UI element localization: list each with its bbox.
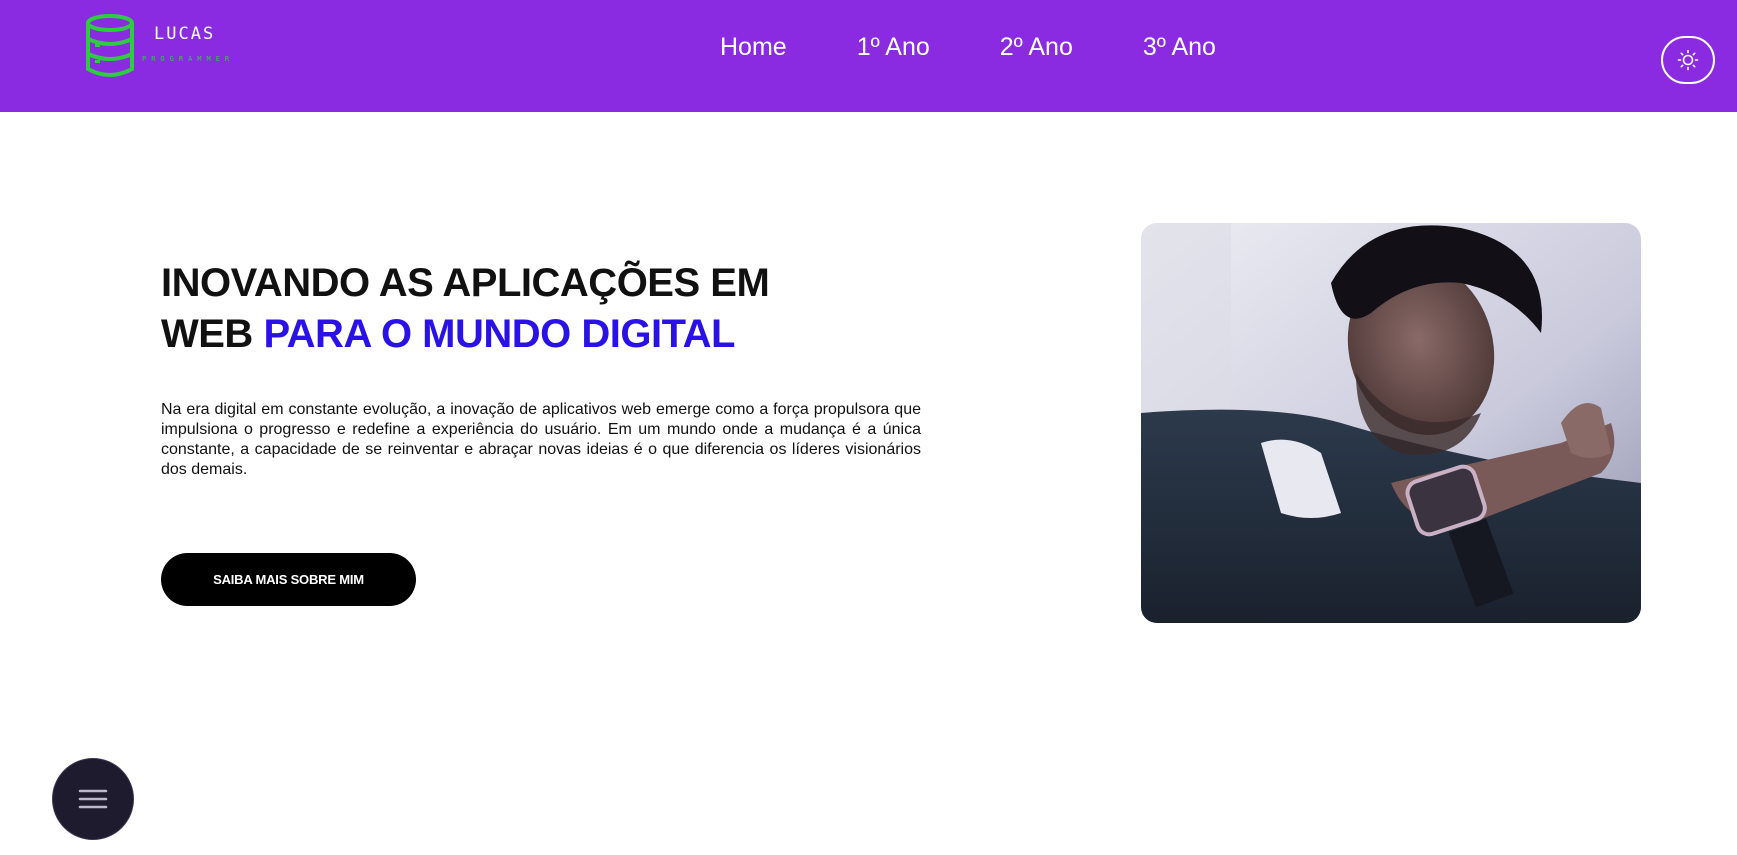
theme-toggle-button[interactable] bbox=[1661, 36, 1715, 84]
hamburger-menu-icon bbox=[78, 789, 108, 809]
hero-paragraph: Na era digital em constante evolução, a … bbox=[161, 401, 921, 478]
about-me-button[interactable]: SAIBA MAIS SOBRE MIM bbox=[161, 553, 416, 606]
site-header: LUCAS PROGRAMMER Home 1º Ano 2º Ano 3º A… bbox=[0, 0, 1737, 112]
main-nav: Home 1º Ano 2º Ano 3º Ano bbox=[720, 30, 1216, 66]
profile-photo bbox=[1141, 223, 1641, 623]
nav-3-ano[interactable]: 3º Ano bbox=[1143, 30, 1216, 66]
nav-home[interactable]: Home bbox=[720, 30, 787, 66]
logo-title: LUCAS bbox=[154, 24, 216, 44]
hero-title-line1: INOVANDO AS APLICAÇÕES EM bbox=[161, 261, 770, 305]
database-icon bbox=[86, 14, 134, 77]
menu-button[interactable] bbox=[52, 758, 134, 840]
hero-title: INOVANDO AS APLICAÇÕES EM WEB PARA O MUN… bbox=[161, 258, 881, 360]
logo-subtitle: PROGRAMMER bbox=[142, 55, 235, 63]
sun-icon bbox=[1677, 49, 1699, 71]
nav-1-ano[interactable]: 1º Ano bbox=[857, 30, 930, 66]
hero-title-plain: WEB bbox=[161, 312, 253, 356]
logo[interactable]: LUCAS PROGRAMMER bbox=[84, 14, 254, 80]
nav-2-ano[interactable]: 2º Ano bbox=[1000, 30, 1073, 66]
profile-photo-illustration bbox=[1141, 223, 1641, 623]
hero-title-accent: PARA O MUNDO DIGITAL bbox=[263, 312, 735, 356]
